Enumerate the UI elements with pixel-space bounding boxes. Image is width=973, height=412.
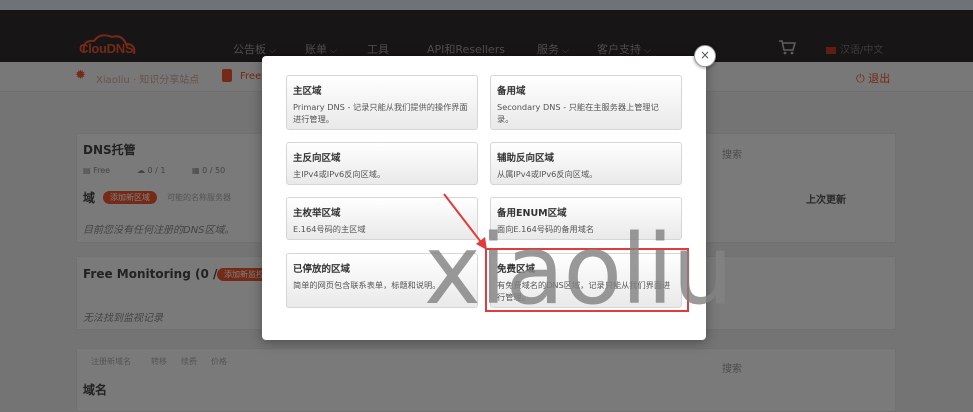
zone-option-master[interactable]: 主区域 Primary DNS - 记录只能从我们提供的操作界面进行管理。 xyxy=(286,75,478,130)
watermark-text: xiaoliu xyxy=(424,214,733,326)
zone-option-master-reverse[interactable]: 主反向区域 主IPv4或IPv6反向区域。 xyxy=(286,142,478,185)
zone-desc: Primary DNS - 记录只能从我们提供的操作界面进行管理。 xyxy=(293,102,468,124)
zone-desc: 主IPv4或IPv6反向区域。 xyxy=(293,169,386,179)
zone-title: 辅助反向区域 xyxy=(497,153,555,164)
zone-option-secondary-reverse[interactable]: 辅助反向区域 从属IPv4或IPv6反向区域。 xyxy=(490,142,682,185)
zone-title: 主反向区域 xyxy=(293,153,341,164)
zone-desc: Secondary DNS - 只能在主服务器上管理记录。 xyxy=(497,102,659,124)
zone-title: 备用域 xyxy=(497,86,526,97)
zone-desc: 从属IPv4或IPv6反向区域。 xyxy=(497,169,598,179)
modal-close-button[interactable]: × xyxy=(694,45,716,67)
zone-title: 主区域 xyxy=(293,86,322,97)
zone-option-secondary[interactable]: 备用域 Secondary DNS - 只能在主服务器上管理记录。 xyxy=(490,75,682,130)
close-icon: × xyxy=(699,48,711,62)
